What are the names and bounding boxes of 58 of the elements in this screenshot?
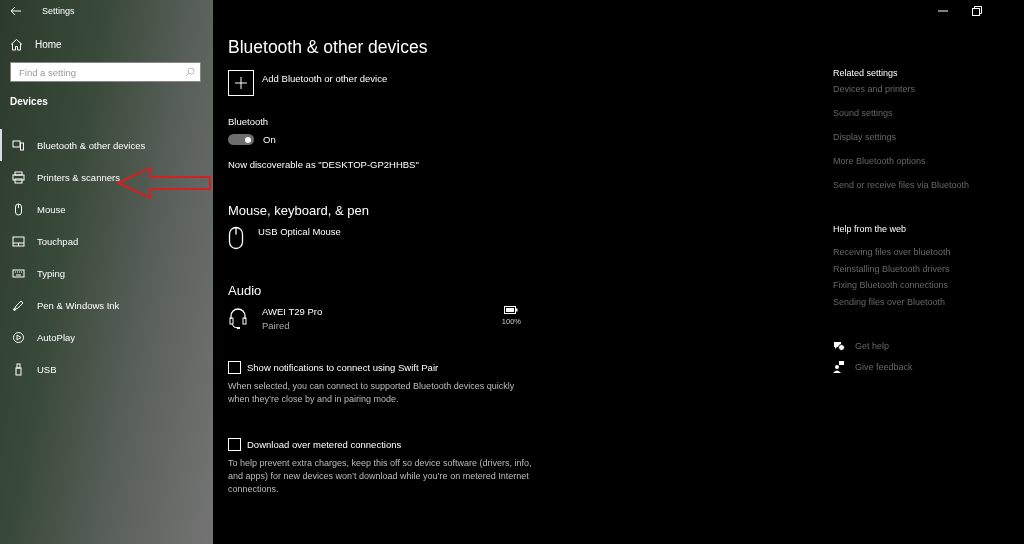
related-link[interactable]: Send or receive files via Bluetooth xyxy=(833,180,970,190)
add-device-label[interactable]: Add Bluetooth or other device xyxy=(262,73,388,84)
add-device-button[interactable] xyxy=(228,70,254,96)
section-heading: Mouse, keyboard, & pen xyxy=(228,203,370,218)
related-link[interactable]: More Bluetooth options xyxy=(833,156,926,166)
discoverable-text: Now discoverable as "DESKTOP-GP2HHBS" xyxy=(228,159,420,170)
device-icon xyxy=(12,234,25,248)
bluetooth-toggle[interactable] xyxy=(228,134,254,145)
option-description: When selected, you can connect to supported Bluetooth devices quickly when they’re close by and in pairing mode. xyxy=(228,380,516,406)
nav-item[interactable]: AutoPlay xyxy=(0,321,213,353)
search-field[interactable]: Find a setting xyxy=(10,62,201,82)
checkbox[interactable] xyxy=(228,438,241,451)
related-link[interactable]: Devices and printers xyxy=(833,84,916,94)
toggle-state: On xyxy=(263,134,276,145)
search-icon xyxy=(185,67,195,77)
nav-item[interactable]: Mouse xyxy=(0,193,213,225)
home-icon xyxy=(10,38,23,51)
device-icon xyxy=(12,202,25,216)
related-heading: Related settings xyxy=(833,68,899,78)
checkbox[interactable] xyxy=(228,361,241,374)
nav-item[interactable]: Typing xyxy=(0,257,213,289)
section-heading: Devices xyxy=(10,96,48,107)
device-icon xyxy=(12,170,25,184)
option-description: To help prevent extra charges, keep this off so device software (drivers, info, and apps) for new devices won’t download while you’re on metered Internet connections. xyxy=(228,457,533,496)
device-icon xyxy=(12,330,25,344)
bluetooth-label: Bluetooth xyxy=(228,116,270,127)
device-icon xyxy=(12,362,25,376)
section-heading: Audio xyxy=(228,283,263,298)
nav-item[interactable]: Bluetooth & other devices xyxy=(0,129,213,161)
support-link[interactable]: Give feedback xyxy=(855,361,913,372)
device-icon xyxy=(12,266,25,280)
nav-item[interactable]: Printers & scanners xyxy=(0,161,213,193)
battery-icon xyxy=(504,306,519,314)
nav-item[interactable]: Pen & Windows Ink xyxy=(0,289,213,321)
feedback-person-icon xyxy=(833,360,845,373)
checkbox-label[interactable]: Download over metered connections xyxy=(247,439,402,450)
related-link[interactable]: Sound settings xyxy=(833,108,893,118)
help-link[interactable]: Sending files over Bluetooth xyxy=(833,296,946,307)
headset-icon xyxy=(228,306,248,330)
back-arrow-icon[interactable] xyxy=(10,6,22,16)
restore-icon[interactable] xyxy=(972,6,982,16)
home-link[interactable]: Home xyxy=(10,38,62,51)
support-link[interactable]: Get help xyxy=(855,340,890,351)
related-link[interactable]: Display settings xyxy=(833,132,897,142)
mouse-icon xyxy=(228,226,244,250)
window-title: Settings xyxy=(42,6,75,16)
nav-item[interactable]: USB xyxy=(0,353,213,385)
device-icon xyxy=(12,138,25,152)
chat-help-icon xyxy=(833,339,845,352)
page-title: Bluetooth & other devices xyxy=(228,37,429,58)
checkbox-label[interactable]: Show notifications to connect using Swift Pair xyxy=(247,362,439,373)
device-item[interactable]: USB Optical Mouse xyxy=(228,226,523,250)
help-link[interactable]: Receiving files over bluetooth xyxy=(833,247,951,257)
help-link[interactable]: Fixing Bluetooth connections xyxy=(833,280,949,290)
nav-item[interactable]: Touchpad xyxy=(0,225,213,257)
help-link[interactable]: Reinstalling Bluetooth drivers xyxy=(833,263,950,274)
device-icon xyxy=(12,298,25,312)
help-heading: Help from the web xyxy=(833,224,908,234)
